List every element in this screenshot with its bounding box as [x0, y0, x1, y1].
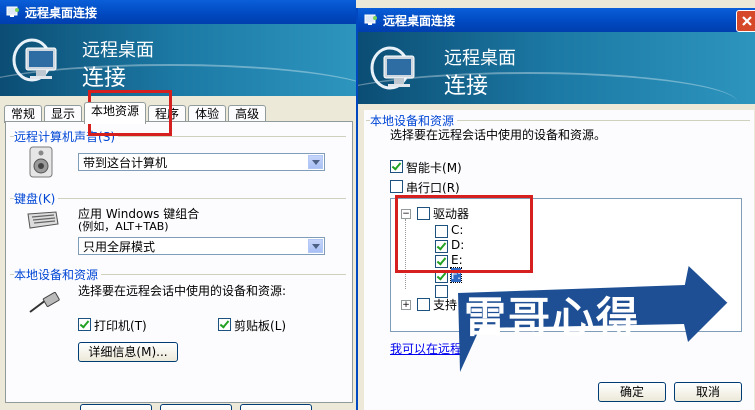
expand-supported-icon[interactable]: +: [401, 300, 411, 310]
cancel-button[interactable]: 取消: [674, 382, 742, 402]
left-window-title: 远程桌面连接: [25, 5, 98, 20]
devices-group-label: 本地设备和资源: [14, 266, 102, 283]
right-banner-line2: 连接: [444, 74, 489, 99]
serial-checkbox[interactable]: [390, 180, 403, 193]
remote-desktop-app-icon: [6, 5, 20, 19]
right-banner-line1: 远程桌面: [444, 48, 516, 69]
ok-button[interactable]: 确定: [598, 382, 666, 402]
keyboard-group-label: 键盘(K): [14, 190, 59, 207]
left-banner-line2: 连接: [82, 66, 127, 91]
printer-label[interactable]: 打印机(T): [94, 317, 147, 334]
left-titlebar[interactable]: 远程桌面连接: [0, 0, 356, 24]
left-window: 远程桌面连接 远程桌面 连接 常规 显示 本地资源 程序 体验 高级 远程计算机…: [0, 0, 356, 410]
watermark-logo: 雷哥心得: [452, 262, 732, 380]
monitor-icon: [12, 34, 64, 86]
keyboard-desc-line2: (例如，ALT+TAB): [78, 220, 169, 233]
close-button[interactable]: [736, 10, 755, 32]
supported-checkbox[interactable]: [417, 298, 430, 311]
clipboard-label[interactable]: 剪贴板(L): [234, 317, 286, 334]
smartcard-label[interactable]: 智能卡(M): [406, 159, 462, 176]
right-desc: 选择要在远程会话中使用的设备和资源。: [390, 128, 607, 142]
serial-label[interactable]: 串行口(R): [406, 179, 460, 196]
keyboard-shortcut: (K): [38, 192, 56, 206]
speaker-icon: [28, 146, 54, 178]
monitor-icon: [370, 42, 422, 94]
right-banner: 远程桌面 连接: [358, 32, 755, 104]
keyboard-select-value: 只用全屏模式: [83, 240, 156, 254]
details-button[interactable]: 详细信息(M)...: [78, 342, 178, 362]
left-banner-line1: 远程桌面: [82, 40, 154, 61]
close-icon: [742, 16, 752, 26]
left-bottom-button-1[interactable]: [80, 404, 152, 410]
chevron-down-icon[interactable]: [308, 155, 323, 169]
right-window-title: 远程桌面连接: [383, 13, 456, 28]
usb-plug-icon: [26, 291, 62, 316]
right-titlebar[interactable]: 远程桌面连接: [358, 8, 755, 32]
smartcard-checkbox[interactable]: [390, 160, 403, 173]
keyboard-select[interactable]: 只用全屏模式: [78, 237, 325, 255]
tab-local-resources[interactable]: 本地资源: [84, 102, 147, 124]
sound-select[interactable]: 带到这台计算机: [78, 153, 325, 171]
chevron-down-icon[interactable]: [308, 239, 323, 253]
sound-select-value: 带到这台计算机: [83, 156, 168, 170]
left-bottom-button-3[interactable]: [240, 404, 312, 410]
left-bottom-button-2[interactable]: [160, 404, 232, 410]
watermark-text: 雷哥心得: [464, 293, 641, 342]
devices-desc: 选择要在远程会话中使用的设备和资源:: [78, 284, 287, 298]
printer-checkbox[interactable]: [78, 318, 91, 331]
remote-desktop-app-icon: [364, 13, 378, 27]
keyboard-icon: [24, 210, 60, 230]
left-tab-panel: 远程计算机声音(S) 带到这台计算机 键盘(K) 应用 Windows 键组合 …: [5, 121, 353, 403]
clipboard-checkbox[interactable]: [218, 318, 231, 331]
left-banner: 远程桌面 连接: [0, 24, 356, 96]
